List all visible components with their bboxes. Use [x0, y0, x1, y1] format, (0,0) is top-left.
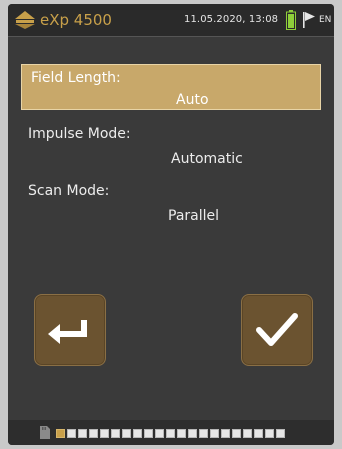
flag-icon	[303, 12, 315, 28]
page-dot	[133, 429, 142, 438]
setting-label: Field Length:	[31, 70, 121, 86]
page-dot	[155, 429, 164, 438]
setting-field-length[interactable]: Field Length: Auto	[21, 64, 321, 110]
page-dot	[276, 429, 285, 438]
page-dot	[177, 429, 186, 438]
page-dot	[188, 429, 197, 438]
page-indicator-bar	[8, 420, 334, 445]
language-indicator[interactable]: EN	[319, 13, 331, 27]
page-dot	[78, 429, 87, 438]
page-dot	[265, 429, 274, 438]
return-arrow-icon	[48, 320, 87, 344]
setting-value: Parallel	[168, 208, 220, 224]
page-dot	[243, 429, 252, 438]
page-dot	[166, 429, 175, 438]
setting-value: Automatic	[171, 151, 243, 167]
checkmark-icon	[256, 313, 298, 346]
setting-label: Scan Mode:	[28, 183, 110, 199]
page-dot	[67, 429, 76, 438]
status-bar: eXp 4500 11.05.2020, 13:08 EN	[8, 4, 334, 37]
page-dot	[111, 429, 120, 438]
page-dots	[56, 429, 285, 439]
page-dot	[144, 429, 153, 438]
app-title: eXp 4500	[40, 11, 112, 29]
page-dot	[100, 429, 109, 438]
sd-card-icon	[40, 426, 50, 439]
battery-icon	[286, 10, 296, 30]
page-dot	[56, 429, 65, 438]
page-dot	[254, 429, 263, 438]
logo-icon	[15, 11, 35, 29]
page-dot	[221, 429, 230, 438]
page-dot	[232, 429, 241, 438]
confirm-button[interactable]	[241, 294, 313, 366]
page-dot	[122, 429, 131, 438]
setting-value: Auto	[176, 92, 209, 108]
setting-label: Impulse Mode:	[28, 126, 131, 142]
page-dot	[89, 429, 98, 438]
page-dot	[210, 429, 219, 438]
screen: eXp 4500 11.05.2020, 13:08 EN Field Leng…	[8, 4, 334, 445]
page-dot	[199, 429, 208, 438]
date-time: 11.05.2020, 13:08	[184, 14, 279, 25]
back-button[interactable]	[34, 294, 106, 366]
device-frame: eXp 4500 11.05.2020, 13:08 EN Field Leng…	[0, 0, 342, 449]
